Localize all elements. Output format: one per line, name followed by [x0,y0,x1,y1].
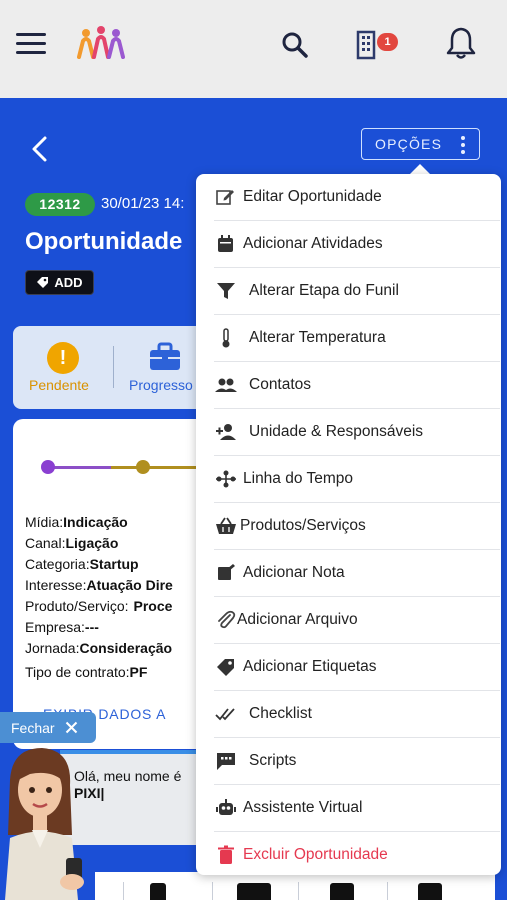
funnel-icon [217,283,235,299]
note-icon [218,564,235,580]
menu-icon[interactable] [16,33,46,55]
detail-field: Categoria:Startup [25,556,139,572]
menu-item-timeline[interactable]: Linha do Tempo [196,456,501,503]
detail-field: Canal:Ligação [25,535,119,551]
add-tag-label: ADD [54,275,83,290]
basket-icon [216,517,236,534]
exclamation-icon[interactable]: ! [47,342,79,374]
timeline-icon [216,470,236,488]
detail-field: Empresa:--- [25,619,99,635]
search-icon[interactable] [280,30,310,60]
menu-item-products-services[interactable]: Produtos/Serviços [196,503,501,550]
checklist-icon [215,708,235,721]
paperclip-icon [218,610,236,629]
menu-item-add-note[interactable]: Adicionar Nota [196,550,501,597]
divider [123,882,124,900]
menu-item-delete-opportunity[interactable]: Excluir Oportunidade [196,832,501,879]
status-progress-label[interactable]: Progresso [129,377,193,393]
timeline-step[interactable] [41,460,55,474]
top-bar: 1 [0,0,507,98]
menu-item-checklist[interactable]: Checklist [196,691,501,738]
divider [212,882,213,900]
chevron-left-icon[interactable] [28,135,52,163]
bell-icon[interactable] [445,26,477,60]
close-icon [65,721,77,734]
phone-icon[interactable] [150,883,166,900]
assistant-avatar[interactable] [0,740,110,900]
opportunity-id-badge: 12312 [25,193,95,216]
chat-icon [217,753,235,770]
detail-field: Produto/Serviço: Proce [25,598,173,614]
status-pending-label[interactable]: Pendente [29,377,89,393]
page-title: Oportunidade [25,228,183,255]
detail-field: Tipo de contrato:PF [25,664,148,680]
tag-icon [217,659,234,676]
divider [298,882,299,900]
divider [387,882,388,900]
menu-item-add-file[interactable]: Adicionar Arquivo [196,597,501,644]
person-add-icon [216,424,236,440]
menu-item-add-activities[interactable]: Adicionar Atividades [196,221,501,268]
options-label: OPÇÕES [375,136,443,152]
edit-icon [216,190,234,205]
menu-item-change-temperature[interactable]: Alterar Temperatura [196,315,501,362]
status-card: ! Pendente Progresso [13,326,213,409]
details-card: Mídia:Indicação Canal:Ligação Categoria:… [13,419,213,749]
options-button[interactable]: OPÇÕES [361,128,480,160]
notification-badge: 1 [377,33,398,51]
share-icon[interactable] [418,883,442,900]
menu-item-virtual-assistant[interactable]: Assistente Virtual [196,785,501,832]
thermometer-icon [222,328,230,348]
contacts-icon [215,378,237,392]
mail-icon[interactable] [237,883,271,900]
menu-item-edit-opportunity[interactable]: Editar Oportunidade [196,174,501,221]
detail-field: Interesse:Atuação Dire [25,577,173,593]
briefcase-icon[interactable] [148,342,182,372]
timeline-step[interactable] [136,460,150,474]
more-vertical-icon [461,136,465,154]
menu-item-contacts[interactable]: Contatos [196,362,501,409]
opportunity-date: 30/01/23 14: [101,195,185,212]
calendar-icon [218,235,233,252]
tag-icon [37,277,49,288]
document-icon[interactable] [330,883,354,900]
detail-field: Mídia:Indicação [25,514,128,530]
add-tag-button[interactable]: ADD [25,270,94,295]
logo-icon[interactable] [76,24,126,60]
detail-field: Jornada:Consideração [25,640,173,656]
menu-item-add-tags[interactable]: Adicionar Etiquetas [196,644,501,691]
menu-item-change-funnel-stage[interactable]: Alterar Etapa do Funil [196,268,501,315]
menu-item-unit-responsibles[interactable]: Unidade & Responsáveis [196,409,501,456]
close-assistant-label: Fechar [11,719,55,736]
trash-icon [218,845,234,864]
status-divider [113,346,114,388]
close-assistant-button[interactable]: Fechar [0,712,96,743]
menu-item-scripts[interactable]: Scripts [196,738,501,785]
robot-icon [216,799,236,815]
options-menu: Editar Oportunidade Adicionar Atividades… [196,174,501,875]
